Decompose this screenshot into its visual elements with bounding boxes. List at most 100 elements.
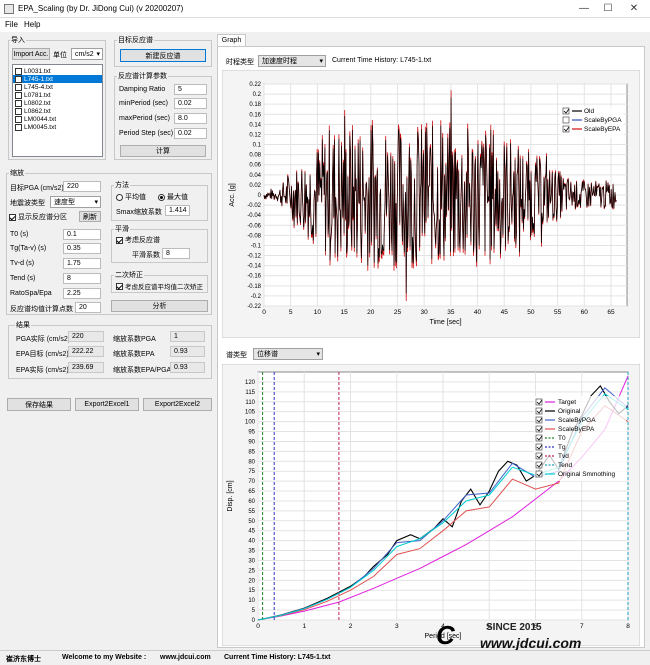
method-max-radio[interactable]: 最大值 [158, 192, 188, 202]
min-period-label: minPeriod (sec) [119, 100, 169, 107]
export-excel1-button[interactable]: Export2Excel1 [75, 398, 139, 411]
file-checkbox[interactable] [15, 67, 22, 75]
export-excel2-button[interactable]: Export2Excel2 [143, 398, 212, 411]
npts-input[interactable]: 20 [75, 302, 101, 313]
y-tick-label: 120 [245, 380, 256, 386]
file-checkbox[interactable] [15, 107, 22, 115]
params-title: 反应谱计算参数 [117, 71, 168, 81]
menu-file[interactable]: File [5, 20, 18, 29]
new-spectrum-button[interactable]: 新建反应谱 [120, 49, 206, 62]
smax-input[interactable]: 1.414 [165, 205, 190, 216]
smooth-checkbox[interactable]: 考虑反应谱 [116, 235, 160, 245]
period-step-label: Period Step (sec) [119, 130, 174, 137]
second-correction-checkbox[interactable]: 考虑反应谱平均值二次矫正 [116, 281, 203, 291]
y-tick-label: -0.22 [247, 304, 261, 310]
y-tick-label: 0.16 [249, 112, 261, 118]
x-tick-label: 15 [340, 309, 348, 316]
tvd-label: Tv-d (s) [10, 260, 35, 267]
legend-checkbox [562, 116, 570, 124]
file-list-item[interactable]: L745-1.txt [13, 75, 102, 83]
x-tick-label: 25 [394, 309, 402, 316]
y-tick-label: -0.08 [247, 233, 261, 239]
x-tick-label: 65 [607, 309, 615, 316]
current-history-label: Current Time History: L745-1.txt [332, 57, 432, 64]
file-checkbox[interactable] [15, 115, 22, 123]
y-tick-label: 0.1 [253, 143, 262, 149]
tend-input[interactable]: 8 [63, 273, 101, 284]
target-spectrum-title: 目标反应谱 [117, 35, 154, 45]
legend-label: ScaleByPGA [558, 417, 596, 424]
y-tick-label: -0.02 [247, 203, 261, 209]
max-period-label: maxPeriod (sec) [119, 115, 170, 122]
damping-input[interactable]: 5 [174, 84, 207, 95]
ts-type-select[interactable]: 加速度时程 ▾ [258, 55, 326, 67]
calculate-button[interactable]: 计算 [120, 145, 206, 157]
show-zone-checkbox[interactable]: 显示反应谱分区 [9, 212, 67, 222]
file-list-item[interactable]: LM0045.txt [13, 123, 102, 131]
y-tick-label: 50 [248, 519, 255, 525]
file-list-item[interactable]: LM0044.txt [13, 115, 102, 123]
y-tick-label: 85 [248, 449, 255, 455]
save-results-button[interactable]: 保存结果 [7, 398, 71, 411]
smooth-factor-input[interactable]: 8 [162, 248, 190, 259]
analyze-button[interactable]: 分析 [111, 300, 208, 312]
status-welcome: Welcome to my Website : [62, 654, 147, 661]
file-list-item[interactable]: L0031.txt [13, 67, 102, 75]
file-list-item[interactable]: L0862.txt [13, 107, 102, 115]
y-tick-label: -0.1 [251, 243, 262, 249]
status-current: Current Time History: L745-1.txt [224, 654, 331, 661]
legend-label: Original Smmothing [558, 471, 615, 478]
min-period-input[interactable]: 0.02 [174, 98, 207, 109]
x-tick-label: 2 [349, 623, 353, 630]
menu-help[interactable]: Help [24, 20, 40, 29]
x-tick-label: 20 [367, 309, 375, 316]
y-tick-label: 105 [245, 410, 256, 416]
file-name: L0862.txt [24, 107, 51, 115]
file-checkbox[interactable] [15, 83, 22, 91]
minimize-button[interactable]: — [574, 2, 594, 16]
y-tick-label: 95 [248, 430, 255, 436]
max-period-input[interactable]: 8.0 [174, 113, 207, 124]
y-tick-label: 0.22 [249, 82, 261, 88]
file-list-item[interactable]: L0781.txt [13, 91, 102, 99]
y-tick-label: -0.16 [247, 274, 261, 280]
method-average-radio[interactable]: 平均值 [116, 192, 146, 202]
target-pga-input[interactable]: 220 [63, 181, 101, 192]
file-list-item[interactable]: L745-4.txt [13, 83, 102, 91]
y-tick-label: 110 [245, 400, 255, 406]
unit-select[interactable]: cm/s2 ▾ [71, 48, 103, 60]
tg-label: Tg(Ta-v) (s) [10, 245, 47, 252]
close-button[interactable]: ✕ [624, 2, 644, 16]
y-tick-label: -0.18 [247, 284, 261, 290]
watermark-url: www.jdcui.com [480, 635, 582, 651]
wave-type-select[interactable]: 速度型 ▾ [50, 196, 101, 208]
y-tick-label: 45 [248, 529, 255, 535]
import-acc-button[interactable]: Import Acc. [12, 48, 50, 60]
refresh-button[interactable]: 刷新 [79, 211, 101, 222]
tg-input[interactable]: 0.35 [63, 243, 101, 254]
file-checkbox[interactable] [15, 123, 22, 131]
t0-input[interactable]: 0.1 [63, 229, 101, 240]
menu-bar: File Help [0, 18, 650, 32]
file-checkbox[interactable] [15, 99, 22, 107]
spectrum-type-select[interactable]: 位移谱 ▾ [253, 348, 323, 360]
status-site: www.jdcui.com [160, 654, 211, 661]
file-checkbox[interactable] [15, 75, 22, 83]
legend-label: Tend [558, 462, 572, 469]
smax-label: Smax缩放系数 [116, 209, 162, 216]
status-author: 崔济东博士 [6, 656, 41, 663]
period-step-input[interactable]: 0.02 [174, 128, 207, 139]
y-tick-label: 35 [248, 549, 255, 555]
tvd-input[interactable]: 1.75 [63, 258, 101, 269]
t0-label: T0 (s) [10, 231, 29, 238]
ratio-label: RatoSpa/Epa [10, 290, 52, 297]
file-list[interactable]: L0031.txt L745-1.txt L745-4.txt L0781.txt L0… [12, 64, 103, 157]
ratio-input[interactable]: 2.25 [63, 288, 101, 299]
x-tick-label: 45 [501, 309, 509, 316]
k-epa-value: 0.93 [170, 346, 205, 357]
file-checkbox[interactable] [15, 91, 22, 99]
maximize-button[interactable]: ☐ [598, 2, 618, 16]
app-icon [4, 4, 14, 14]
file-list-item[interactable]: L0802.txt [13, 99, 102, 107]
y-tick-label: 75 [248, 469, 255, 475]
